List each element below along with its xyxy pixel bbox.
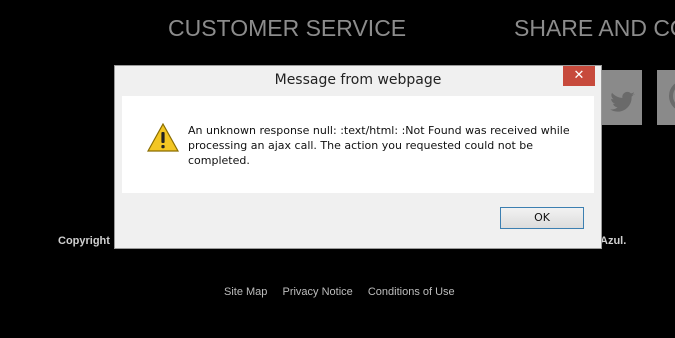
ok-button[interactable]: OK — [500, 207, 584, 229]
copyright-text-right: Azul. — [600, 235, 627, 247]
dialog-message: An unknown response null: :text/html: :N… — [188, 124, 570, 167]
social-tile-other[interactable] — [657, 70, 675, 125]
copyright-text-left: Copyright — [58, 235, 110, 247]
twitter-icon — [610, 91, 635, 112]
footer-heading-customer-service: CUSTOMER SERVICE — [168, 15, 407, 41]
footer-heading-share: SHARE AND CO — [514, 15, 675, 41]
conditions-of-use-link[interactable]: Conditions of Use — [368, 286, 455, 298]
close-button[interactable]: ✕ — [563, 66, 595, 86]
dialog-body: An unknown response null: :text/html: :N… — [122, 96, 594, 193]
dialog-title: Message from webpage — [274, 72, 442, 88]
message-dialog: Message from webpage ✕ An unknown respon… — [114, 65, 602, 249]
site-map-link[interactable]: Site Map — [224, 286, 267, 298]
twitter-tile[interactable] — [599, 70, 642, 125]
warning-icon — [147, 123, 179, 152]
circle-icon — [669, 83, 675, 109]
privacy-notice-link[interactable]: Privacy Notice — [282, 286, 352, 298]
footer-links: Site Map Privacy Notice Conditions of Us… — [224, 286, 467, 298]
